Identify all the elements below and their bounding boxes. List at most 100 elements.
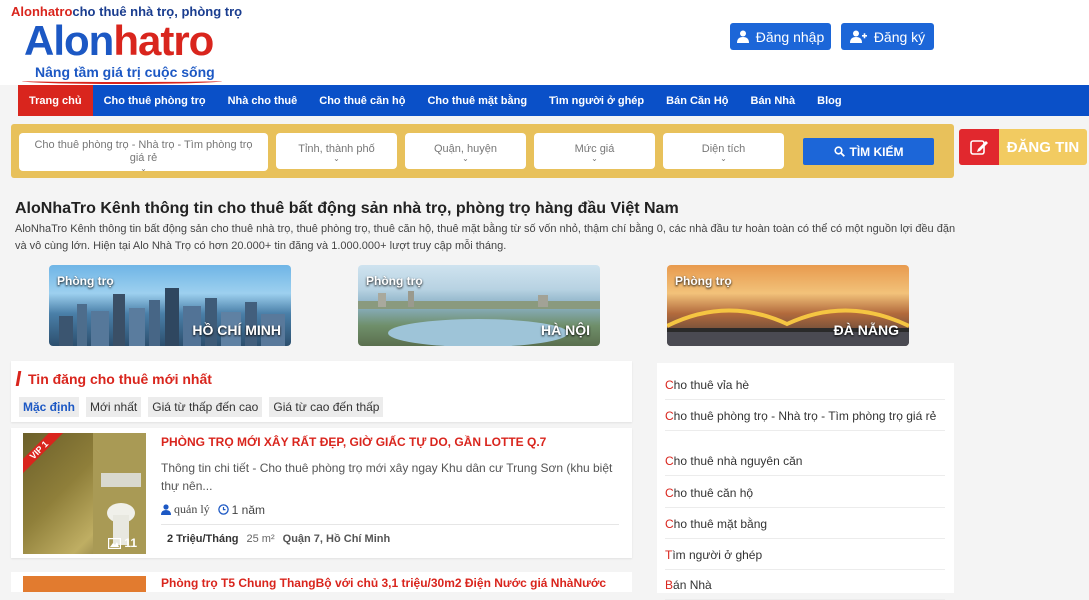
sidebar-item[interactable]: Cho thuê mặt bằng — [665, 516, 945, 539]
listing-location: Quận 7, Hồ Chí Minh — [282, 533, 391, 545]
sidebar-item-label: ho thuê phòng trọ - Nhà trọ - Tìm phòng … — [673, 409, 937, 423]
sidebar-item[interactable]: Cho thuê vỉa hè — [665, 377, 945, 400]
user-icon — [161, 504, 171, 515]
nav-item-home[interactable]: Trang chủ — [18, 85, 93, 116]
sort-price-desc[interactable]: Giá từ cao đến thấp — [269, 397, 384, 417]
sidebar-item-initial: C — [665, 409, 674, 423]
divider — [161, 524, 619, 525]
search-bar: Cho thuê phòng trọ - Nhà trọ - Tìm phòng… — [11, 124, 954, 178]
listing-author-name: quản lý — [174, 502, 210, 516]
listing-price: 2 Triệu/Tháng — [167, 533, 239, 545]
listing-title[interactable]: Phòng trọ T5 Chung ThangBộ với chủ 3,1 t… — [161, 576, 606, 590]
listing-time-value: 1 năm — [231, 502, 266, 517]
sidebar-item-initial: B — [665, 578, 674, 592]
sort-price-asc[interactable]: Giá từ thấp đến cao — [148, 397, 263, 417]
sidebar-item-initial: C — [665, 486, 674, 500]
image-icon — [108, 537, 122, 549]
price-select[interactable]: Mức giá ⌄ — [534, 133, 655, 169]
city-card-hanoi[interactable]: Phòng trọ HÀ NỘI — [358, 265, 600, 346]
sidebar-item-label: án Nhà — [673, 578, 712, 592]
nav-item-sell-apartments[interactable]: Bán Căn Hộ — [655, 85, 739, 116]
listing-title[interactable]: PHÒNG TRỌ MỚI XÂY RẤT ĐẸP, GIỜ GIẤC TỰ D… — [161, 435, 611, 449]
listing-thumbnail[interactable]: VIP 1 11 — [23, 433, 146, 554]
city-card-name: HÀ NỘI — [541, 322, 590, 338]
nav-item-premises[interactable]: Cho thuê mặt bằng — [416, 85, 538, 116]
login-button[interactable]: Đăng nhập — [730, 23, 831, 50]
listing-card[interactable]: VIP 1 11 PHÒNG TRỌ MỚI XÂY RẤT ĐẸP, GIỜ … — [11, 428, 632, 558]
search-button[interactable]: TÌM KIẾM — [803, 138, 934, 165]
main-nav: Trang chủ Cho thuê phòng trọ Nhà cho thu… — [18, 85, 1089, 116]
logo-part2: hatro — [113, 17, 214, 64]
sidebar-item-label: ho thuê căn hộ — [673, 486, 754, 500]
nav-item-apartments[interactable]: Cho thuê căn hộ — [308, 85, 416, 116]
sidebar-item-label: ìm người ở ghép — [672, 548, 763, 562]
listing-author: quản lý — [161, 502, 210, 517]
sidebar-item[interactable]: Cho thuê căn hộ — [665, 485, 945, 508]
nav-item-houses[interactable]: Nhà cho thuê — [217, 85, 309, 116]
listing-area: 25 m² — [246, 533, 275, 545]
nav-item-sell-houses[interactable]: Bán Nhà — [740, 85, 807, 116]
sidebar-item[interactable]: Bán Nhà — [665, 577, 945, 600]
sidebar-item-initial: C — [665, 517, 674, 531]
listing-footer: 2 Triệu/Tháng 25 m² Quận 7, Hồ Chí Minh — [167, 533, 390, 545]
login-label: Đăng nhập — [755, 28, 825, 45]
nav-item-blog[interactable]: Blog — [806, 85, 852, 116]
sidebar-item[interactable]: Cho thuê nhà nguyên căn — [665, 453, 945, 476]
intro-text: AloNhaTro Kênh thông tin bất động sản ch… — [15, 223, 956, 252]
chevron-down-icon: ⌄ — [720, 154, 727, 163]
listing-description: Thông tin chi tiết - Cho thuê phòng trọ … — [161, 461, 613, 493]
chevron-down-icon: ⌄ — [140, 164, 147, 173]
chevron-down-icon: ⌄ — [591, 154, 598, 163]
city-card-tag: Phòng trọ — [675, 274, 732, 288]
sidebar-item-initial: C — [665, 378, 674, 392]
listings-panel-title: Tin đăng cho thuê mới nhất — [28, 371, 212, 387]
nav-item-roommates[interactable]: Tìm người ở ghép — [538, 85, 655, 116]
listings-panel-header: Tin đăng cho thuê mới nhất Mặc định Mới … — [11, 361, 632, 422]
listing-thumbnail[interactable] — [23, 576, 146, 592]
register-button[interactable]: Đăng ký — [841, 23, 934, 50]
sort-default[interactable]: Mặc định — [19, 397, 80, 417]
sort-newest[interactable]: Mới nhất — [86, 397, 142, 417]
sidebar-item-label: ho thuê nhà nguyên căn — [673, 454, 803, 468]
post-listing-button[interactable]: ĐĂNG TIN — [959, 129, 1087, 165]
nav-item-rooms[interactable]: Cho thuê phòng trọ — [93, 85, 217, 116]
listing-time: 1 năm — [217, 502, 266, 517]
sidebar-item-initial: C — [665, 454, 674, 468]
city-card-tag: Phòng trọ — [366, 274, 423, 288]
user-icon — [736, 30, 749, 43]
image-count-value: 11 — [124, 536, 137, 550]
register-label: Đăng ký — [873, 28, 926, 45]
chevron-down-icon: ⌄ — [462, 154, 469, 163]
header: Alonhatrocho thuê nhà trọ, phòng trọ Alo… — [0, 0, 1089, 85]
area-select[interactable]: Diện tích ⌄ — [663, 133, 784, 169]
listing-card[interactable]: Phòng trọ T5 Chung ThangBộ với chủ 3,1 t… — [11, 572, 632, 592]
sidebar-item-label: ho thuê mặt bằng — [673, 517, 768, 531]
province-select[interactable]: Tỉnh, thành phố ⌄ — [276, 133, 397, 169]
search-button-label: TÌM KIẾM — [849, 144, 904, 159]
search-icon — [833, 146, 845, 157]
category-select[interactable]: Cho thuê phòng trọ - Nhà trọ - Tìm phòng… — [19, 133, 268, 173]
post-listing-label: ĐĂNG TIN — [1006, 138, 1080, 156]
chevron-down-icon: ⌄ — [333, 154, 340, 163]
city-card-name: ĐÀ NẴNG — [833, 322, 899, 338]
clock-icon — [217, 504, 229, 515]
image-count: 11 — [108, 536, 137, 550]
sidebar-item-label: ho thuê vỉa hè — [673, 378, 750, 392]
city-card-tag: Phòng trọ — [57, 274, 114, 288]
site-logo[interactable]: Alonhatro — [24, 17, 214, 65]
title-accent-bar — [15, 371, 22, 386]
sidebar-item[interactable]: Tìm người ở ghép — [665, 547, 945, 570]
category-sidebar: Cho thuê vỉa hè Cho thuê phòng trọ - Nhà… — [657, 363, 954, 600]
city-card-danang[interactable]: Phòng trọ ĐÀ NẴNG — [667, 265, 909, 346]
edit-icon — [959, 129, 999, 165]
city-card-name: HỒ CHÍ MINH — [192, 322, 281, 338]
logo-part1: Alon — [24, 17, 114, 64]
user-plus-icon — [849, 30, 867, 43]
city-card-hcm[interactable]: Phòng trọ HỒ CHÍ MINH — [49, 265, 291, 346]
listing-meta: quản lý 1 năm — [161, 502, 265, 517]
sort-options: Mặc định Mới nhất Giá từ thấp đến cao Gi… — [19, 397, 384, 417]
slogan: Nâng tầm giá trị cuộc sống — [35, 64, 215, 80]
category-select-value: Cho thuê phòng trọ - Nhà trọ - Tìm phòng… — [34, 139, 253, 164]
sidebar-item[interactable]: Cho thuê phòng trọ - Nhà trọ - Tìm phòng… — [665, 408, 945, 431]
district-select[interactable]: Quận, huyện ⌄ — [405, 133, 526, 169]
